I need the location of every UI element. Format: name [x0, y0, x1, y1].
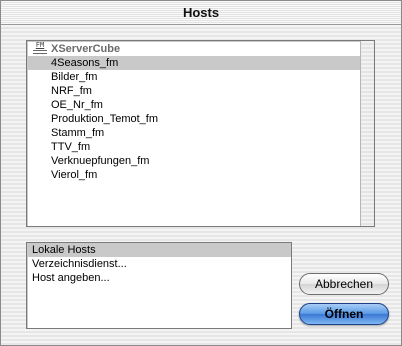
open-button[interactable]: Öffnen	[299, 303, 389, 325]
host-list-item[interactable]: Produktion_Temot_fm	[27, 112, 360, 126]
host-list-item[interactable]: Bilder_fm	[27, 70, 360, 84]
host-list-item-label: NRF_fm	[51, 85, 92, 97]
host-list-item-label: Vierol_fm	[51, 169, 98, 181]
filemaker-server-icon: FM	[32, 42, 48, 55]
host-list-item[interactable]: Vierol_fm	[27, 168, 360, 182]
hosts-list-scrollbar[interactable]	[360, 41, 374, 226]
host-group-header[interactable]: FM XServerCube	[27, 42, 360, 56]
hosts-list[interactable]: FM XServerCube 4Seasons_fm Bilder_fm NRF_f…	[26, 40, 375, 227]
host-list-item[interactable]: Verknuepfungen_fm	[27, 154, 360, 168]
host-list-item-label: Verknuepfungen_fm	[51, 155, 150, 167]
host-source-list[interactable]: Lokale Hosts Verzeichnisdienst... Host ang…	[26, 242, 292, 329]
host-list-item[interactable]: NRF_fm	[27, 84, 360, 98]
host-list-item-label: TTV_fm	[51, 141, 91, 153]
host-list-item[interactable]: Stamm_fm	[27, 126, 360, 140]
host-list-item-label: 4Seasons_fm	[51, 57, 119, 69]
host-list-item-label: Stamm_fm	[51, 127, 105, 139]
host-source-item[interactable]: Host angeben...	[27, 271, 291, 285]
host-source-item[interactable]: Verzeichnisdienst...	[27, 257, 291, 271]
hosts-dialog: Hosts FM XServerCube 4Seasons_fm Bilder_f…	[0, 0, 402, 346]
cancel-button[interactable]: Abbrechen	[299, 273, 389, 295]
host-list-item-label: OE_Nr_fm	[51, 99, 103, 111]
host-list-item[interactable]: TTV_fm	[27, 140, 360, 154]
host-group-label: XServerCube	[51, 43, 121, 55]
host-list-item-label: Produktion_Temot_fm	[51, 113, 158, 125]
host-list-item[interactable]: 4Seasons_fm	[27, 56, 360, 70]
host-list-item[interactable]: OE_Nr_fm	[27, 98, 360, 112]
hosts-list-rows: FM XServerCube 4Seasons_fm Bilder_fm NRF_f…	[27, 41, 360, 226]
title-bar[interactable]: Hosts	[1, 1, 401, 25]
host-list-item-label: Bilder_fm	[51, 71, 98, 83]
host-source-item[interactable]: Lokale Hosts	[27, 243, 291, 257]
window-title: Hosts	[182, 5, 220, 20]
